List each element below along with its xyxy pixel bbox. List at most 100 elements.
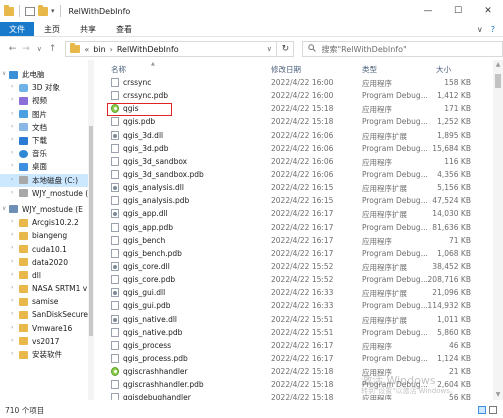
address-dropdown-icon[interactable]: ∨ <box>262 45 276 53</box>
file-row[interactable]: qgis_process.pdb 2022/4/22 16:17 Program D… <box>96 352 503 365</box>
new-folder-icon[interactable] <box>38 4 48 16</box>
sidebar-item[interactable]: › cuda10.1 <box>0 242 94 255</box>
file-row[interactable]: qgis_process 2022/4/22 16:17 应用程序 46 KB <box>96 339 503 352</box>
file-row[interactable]: qgis_analysis.dll 2022/4/22 16:15 应用程序扩展 5,… <box>96 181 503 194</box>
sidebar-item[interactable]: › WJY_mostude ( <box>0 187 94 200</box>
file-row[interactable]: qgis_3d.dll 2022/4/22 16:06 应用程序扩展 1,895 KB <box>96 129 503 142</box>
column-header-type[interactable]: 类型 <box>362 64 377 75</box>
file-row[interactable]: qgis_native.pdb 2022/4/22 15:51 Program De… <box>96 326 503 339</box>
large-icons-view-icon[interactable] <box>489 406 497 414</box>
maximize-button[interactable]: ☐ <box>443 0 473 22</box>
recent-locations-button[interactable]: ∨ <box>33 45 46 53</box>
expand-chevron-icon[interactable]: › <box>11 284 13 291</box>
file-row[interactable]: crssync.pdb 2022/4/22 16:00 Program Debug.… <box>96 89 503 102</box>
file-row[interactable]: qgis_bench 2022/4/22 16:17 应用程序 71 KB <box>96 234 503 247</box>
expand-chevron-icon[interactable]: › <box>11 136 13 143</box>
expand-chevron-icon[interactable]: › <box>11 244 13 251</box>
sidebar-item[interactable]: › biangeng <box>0 229 94 242</box>
file-row[interactable]: qgis_core.dll 2022/4/22 15:52 应用程序扩展 38,452… <box>96 260 503 273</box>
column-header-date[interactable]: 修改日期 <box>271 64 301 75</box>
expand-chevron-icon[interactable]: › <box>11 176 13 183</box>
file-row[interactable]: qgis_native.dll 2022/4/22 15:51 应用程序扩展 1,01… <box>96 313 503 326</box>
expand-chevron-icon[interactable]: › <box>11 310 13 317</box>
address-bar[interactable]: « bin › RelWithDebInfo ∨ <box>65 41 278 57</box>
breadcrumb-relwithdebinfo[interactable]: RelWithDebInfo <box>117 45 179 54</box>
file-row[interactable]: qgis_gui.dll 2022/4/22 16:33 应用程序扩展 21,096 … <box>96 286 503 299</box>
tab-share[interactable]: 共享 <box>70 22 106 36</box>
file-list-scrollbar-thumb[interactable] <box>495 74 501 88</box>
minimize-button[interactable]: — <box>413 0 443 22</box>
sidebar-item[interactable]: › vs2017 <box>0 335 94 348</box>
sidebar-item[interactable]: › dll <box>0 269 94 282</box>
file-row[interactable]: qgis_3d_sandbox.pdb 2022/4/22 16:06 Progra… <box>96 168 503 181</box>
expand-chevron-icon[interactable]: › <box>11 337 13 344</box>
expand-chevron-icon[interactable]: › <box>11 324 13 331</box>
expand-chevron-icon[interactable]: › <box>11 218 13 225</box>
search-box[interactable]: 搜索"RelWithDebInfo" <box>302 41 503 57</box>
close-button[interactable]: ✕ <box>473 0 503 22</box>
sidebar-item[interactable]: › 图片 <box>0 108 94 121</box>
file-row[interactable]: qgis_gui.pdb 2022/4/22 16:33 Program Debug… <box>96 299 503 312</box>
up-button[interactable]: ↑ <box>46 44 59 54</box>
file-row[interactable]: qgiscrashhandler 2022/4/22 15:18 应用程序 21 KB <box>96 365 503 378</box>
back-button[interactable]: ← <box>6 44 19 54</box>
customize-toolbar-icon[interactable]: ▾ <box>51 7 55 15</box>
file-row[interactable]: qgis_app.pdb 2022/4/22 16:17 Program Debug… <box>96 221 503 234</box>
breadcrumb-bin[interactable]: bin <box>93 45 105 54</box>
sidebar-item[interactable]: › SanDiskSecure <box>0 308 94 321</box>
sidebar-item[interactable]: › Vmware16 <box>0 322 94 335</box>
sidebar-item[interactable]: › samise <box>0 295 94 308</box>
expand-chevron-icon[interactable]: › <box>11 258 13 265</box>
tab-file[interactable]: 文件 <box>0 22 34 36</box>
expand-chevron-icon[interactable]: › <box>11 350 13 357</box>
scroll-up-icon[interactable]: ▲ <box>493 60 503 70</box>
details-view-icon[interactable] <box>478 406 486 414</box>
forward-button[interactable]: → <box>19 44 32 54</box>
expand-chevron-icon[interactable]: › <box>11 162 13 169</box>
sidebar-item[interactable]: ∨ WJY_mostude (E <box>0 203 94 216</box>
sidebar-item[interactable]: › Arcgis10.2.2 <box>0 216 94 229</box>
expand-chevron-icon[interactable]: › <box>11 231 13 238</box>
sidebar-item[interactable]: › 下载 <box>0 134 94 147</box>
sidebar-item[interactable]: › 视频 <box>0 94 94 107</box>
expand-chevron-icon[interactable]: ∨ <box>2 70 6 77</box>
expand-chevron-icon[interactable]: › <box>11 123 13 130</box>
file-row[interactable]: qgis_3d.pdb 2022/4/22 16:06 Program Debug.… <box>96 142 503 155</box>
file-row[interactable]: qgis_core.pdb 2022/4/22 15:52 Program Debu… <box>96 273 503 286</box>
file-row[interactable]: qgis_bench.pdb 2022/4/22 16:17 Program Deb… <box>96 247 503 260</box>
file-row[interactable]: crssync 2022/4/22 16:00 应用程序 158 KB <box>96 76 503 89</box>
breadcrumb-separator[interactable]: › <box>110 45 113 54</box>
sidebar-item[interactable]: › 文档 <box>0 121 94 134</box>
help-icon[interactable]: ? <box>491 25 495 34</box>
expand-ribbon-icon[interactable]: ∨ <box>477 25 483 34</box>
expand-chevron-icon[interactable]: › <box>11 271 13 278</box>
file-list-scrollbar[interactable]: ▲ ▼ <box>493 60 503 400</box>
sidebar-item[interactable]: › 本地磁盘 (C:) <box>0 173 94 187</box>
file-row[interactable]: qgis_app.dll 2022/4/22 16:17 应用程序扩展 14,030 … <box>96 207 503 220</box>
tab-home[interactable]: 主页 <box>34 22 70 36</box>
sidebar-item[interactable]: › 桌面 <box>0 160 94 173</box>
expand-chevron-icon[interactable]: › <box>11 96 13 103</box>
expand-chevron-icon[interactable]: › <box>11 189 13 196</box>
expand-chevron-icon[interactable]: › <box>11 83 13 90</box>
navigation-scrollbar[interactable] <box>88 60 94 400</box>
column-header-size[interactable]: 大小 <box>436 64 451 75</box>
scroll-down-icon[interactable]: ▼ <box>493 390 503 400</box>
expand-chevron-icon[interactable]: ∨ <box>2 205 6 212</box>
expand-chevron-icon[interactable]: › <box>11 297 13 304</box>
sidebar-item[interactable]: › data2020 <box>0 256 94 269</box>
navigation-scrollbar-thumb[interactable] <box>89 126 93 336</box>
breadcrumb-overflow[interactable]: « <box>84 45 89 54</box>
sidebar-item[interactable]: ∨ 此电脑 <box>0 68 94 81</box>
properties-icon[interactable] <box>25 6 35 16</box>
sidebar-item[interactable]: › 音乐 <box>0 147 94 160</box>
sidebar-item[interactable]: › NASA SRTM1 v <box>0 282 94 295</box>
sidebar-item[interactable]: › 安装软件 <box>0 348 94 361</box>
refresh-button[interactable]: ↻ <box>277 41 295 57</box>
column-header-name[interactable]: 名称 <box>111 64 126 75</box>
sidebar-item[interactable]: › 3D 对象 <box>0 81 94 94</box>
file-row[interactable]: qgis_analysis.pdb 2022/4/22 16:15 Program … <box>96 194 503 207</box>
file-row[interactable]: qgis 2022/4/22 15:18 应用程序 171 KB <box>96 102 503 117</box>
expand-chevron-icon[interactable]: › <box>11 110 13 117</box>
tab-view[interactable]: 查看 <box>106 22 142 36</box>
